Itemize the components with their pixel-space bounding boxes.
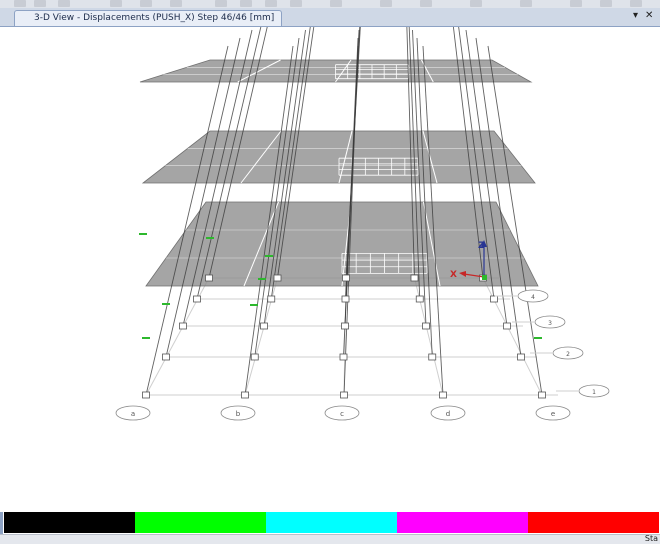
toolbar-icon[interactable] bbox=[265, 0, 277, 7]
joint-marker bbox=[428, 353, 437, 361]
joint-marker bbox=[517, 353, 525, 361]
document-tab-bar: 3-D View - Displacements (PUSH_X) Step 4… bbox=[0, 8, 660, 27]
grid-bubble-label: b bbox=[236, 410, 241, 418]
toolbar-icon[interactable] bbox=[240, 0, 252, 7]
joint-marker bbox=[410, 274, 419, 282]
toolbar-icon[interactable] bbox=[600, 0, 612, 7]
toolbar-icon[interactable] bbox=[520, 0, 532, 7]
joint-marker bbox=[439, 391, 447, 399]
side-bubble-label: 3 bbox=[548, 320, 552, 327]
toolbar-icon[interactable] bbox=[570, 0, 582, 7]
side-bubble-label: 1 bbox=[592, 389, 596, 396]
pin-menu-icon[interactable]: ▾ bbox=[633, 9, 638, 23]
grid-bubbles: a b c d e 1 2 3 4 bbox=[115, 289, 610, 421]
legend-color-3 bbox=[397, 512, 528, 533]
toolbar-icon[interactable] bbox=[420, 0, 432, 7]
toolbar-icon[interactable] bbox=[170, 0, 182, 7]
side-bubble-label: 4 bbox=[531, 294, 535, 301]
joint-marker bbox=[422, 322, 430, 330]
joint-marker bbox=[193, 295, 201, 303]
axis-x-label: X bbox=[450, 270, 457, 280]
toolbar-icon[interactable] bbox=[140, 0, 152, 7]
joint-marker bbox=[342, 274, 350, 282]
grid-bubble-label: c bbox=[340, 410, 344, 418]
legend-color-4 bbox=[528, 512, 659, 533]
joint-marker bbox=[503, 322, 511, 330]
displacement-color-legend bbox=[4, 512, 659, 533]
column-line bbox=[254, 37, 300, 358]
grid-bubble-label: a bbox=[131, 410, 135, 418]
joint-marker bbox=[241, 391, 249, 399]
toolbar-icon[interactable] bbox=[215, 0, 227, 7]
grid-line-y bbox=[244, 277, 278, 396]
legend-color-2 bbox=[266, 512, 397, 533]
joint-marker bbox=[341, 295, 350, 303]
model-viewport[interactable]: abcde1234 Z X bbox=[0, 27, 660, 512]
legend-color-1 bbox=[135, 512, 266, 533]
toolbar-icon[interactable] bbox=[470, 0, 482, 7]
legend-color-0 bbox=[4, 512, 135, 533]
tab-3d-view[interactable]: 3-D View - Displacements (PUSH_X) Step 4… bbox=[14, 10, 282, 26]
tab-title: 3-D View - Displacements (PUSH_X) Step 4… bbox=[34, 13, 275, 23]
toolbar-icon[interactable] bbox=[14, 0, 26, 7]
joint-marker bbox=[142, 391, 150, 399]
structure-3d-model[interactable]: a b c d e1234 Z X bbox=[0, 27, 660, 512]
grid-line-y bbox=[414, 277, 444, 396]
toolbar-icon[interactable] bbox=[58, 0, 70, 7]
column-line bbox=[165, 37, 241, 358]
joint-marker bbox=[490, 295, 498, 303]
grid-bubble-label: e bbox=[551, 410, 555, 418]
toolbar-icon[interactable] bbox=[34, 0, 46, 7]
joint-marker bbox=[162, 353, 170, 361]
close-icon[interactable]: ✕ bbox=[645, 9, 653, 23]
joint-marker bbox=[339, 353, 348, 361]
joint-marker bbox=[267, 295, 276, 303]
grid-bubble-label: d bbox=[446, 410, 450, 418]
joint-marker bbox=[538, 391, 546, 399]
joint-marker bbox=[340, 391, 348, 399]
axis-origin bbox=[482, 275, 487, 280]
grid-line-y bbox=[145, 277, 210, 396]
joint-marker bbox=[273, 274, 282, 282]
joint-marker bbox=[179, 322, 187, 330]
toolbar-icon[interactable] bbox=[110, 0, 122, 7]
joint-marker bbox=[260, 322, 268, 330]
toolbar-icon[interactable] bbox=[630, 0, 642, 7]
joint-marker bbox=[250, 353, 259, 361]
toolbar-icon[interactable] bbox=[290, 0, 302, 7]
floor-slabs bbox=[139, 59, 539, 287]
toolbar-icon[interactable] bbox=[380, 0, 392, 7]
joint-marker bbox=[341, 322, 349, 330]
joint-marker bbox=[205, 274, 213, 282]
side-bubble-label: 2 bbox=[566, 351, 570, 358]
column-line bbox=[416, 37, 433, 358]
joint-marker bbox=[415, 295, 424, 303]
toolbar-icon[interactable] bbox=[330, 0, 342, 7]
